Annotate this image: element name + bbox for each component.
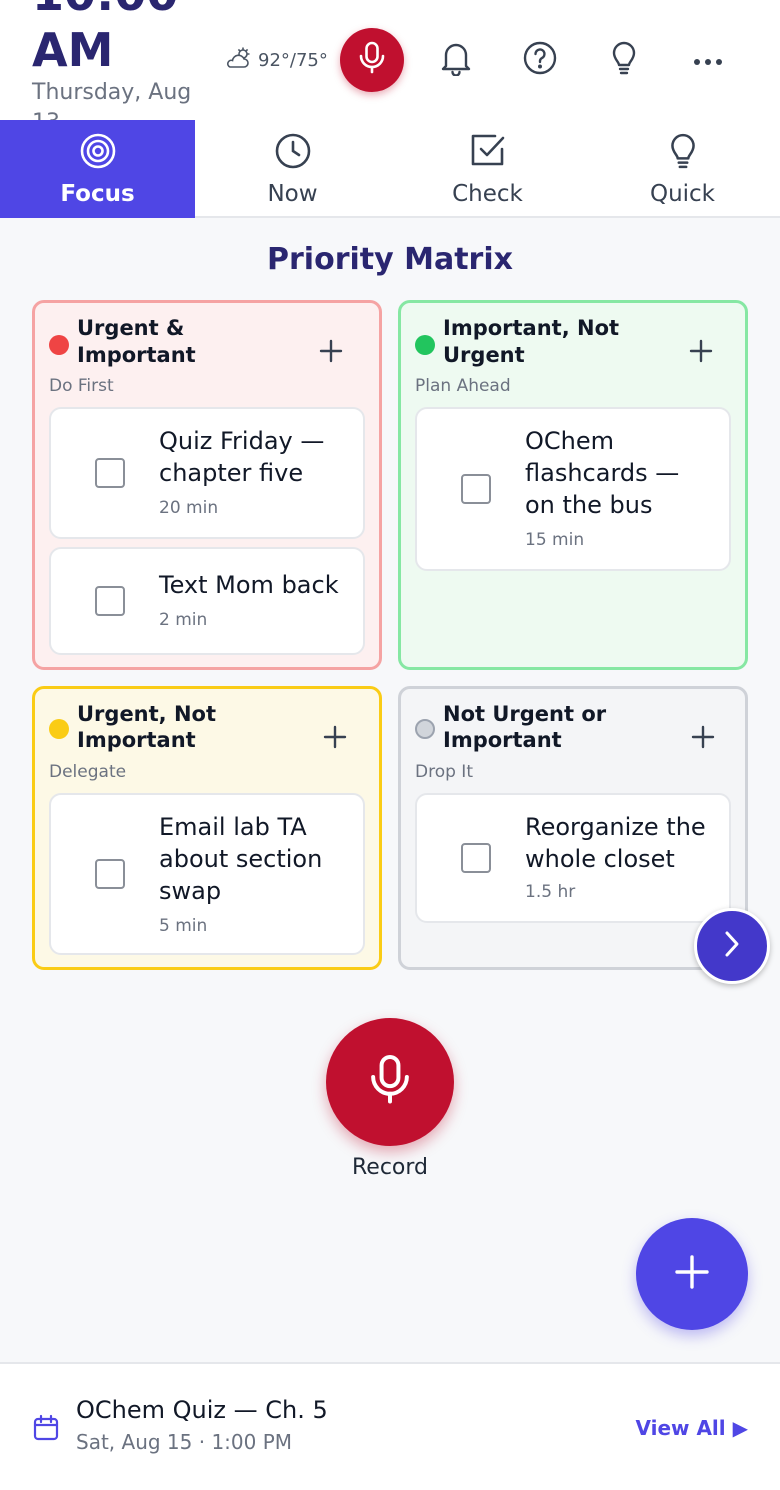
task-text: Text Mom back <box>159 571 339 599</box>
mic-icon <box>367 1053 413 1111</box>
tab-quick[interactable]: Quick <box>585 120 780 218</box>
priority-dot <box>49 335 69 355</box>
task-text: Email lab TA about section swap <box>159 813 323 905</box>
quadrant-subtitle: Do First <box>49 376 114 396</box>
task-duration: 2 min <box>159 610 208 630</box>
help-button[interactable] <box>518 38 562 82</box>
next-page-button[interactable] <box>694 908 770 984</box>
page-title: Priority Matrix <box>267 242 513 277</box>
quadrant-urgent-important: Urgent & Important Do First Quiz Friday … <box>32 300 382 670</box>
quadrant-urgent-not-important: Urgent, Not Important Delegate Email lab… <box>32 686 382 970</box>
task-checkbox[interactable] <box>461 843 491 873</box>
task-duration: 20 min <box>159 498 219 518</box>
quadrant-not-urgent-not-important: Not Urgent or Important Drop It Reorgani… <box>398 686 748 970</box>
event-datetime: Sat, Aug 15 · 1:00 PM <box>76 1430 293 1454</box>
priority-dot <box>415 719 435 739</box>
notifications-button[interactable] <box>434 38 478 82</box>
task-duration: 5 min <box>159 916 208 936</box>
priority-dot <box>49 719 69 739</box>
ideas-button[interactable] <box>602 38 646 82</box>
event-title[interactable]: OChem Quiz — Ch. 5 <box>76 1394 328 1426</box>
task-checkbox[interactable] <box>95 586 125 616</box>
plus-icon <box>691 725 715 753</box>
more-icon <box>693 51 723 70</box>
add-task-button[interactable] <box>681 333 721 373</box>
chevron-right-icon <box>722 930 742 962</box>
task-text: OChem flashcards — on the bus <box>525 427 680 519</box>
lightbulb-icon <box>668 132 698 174</box>
lightbulb-icon <box>610 40 638 80</box>
tab-label: Check <box>452 181 523 207</box>
tab-label: Focus <box>60 181 135 207</box>
add-task-button[interactable] <box>311 333 351 373</box>
task-text: Reorganize the whole closet <box>525 813 706 873</box>
view-all-link[interactable]: View All ▶ <box>635 1414 748 1442</box>
quadrant-important-not-urgent: Important, Not Urgent Plan Ahead OChem f… <box>398 300 748 670</box>
plus-icon <box>689 339 713 367</box>
app-header: 10:00 AM Thursday, Aug 13 92°/75° <box>0 0 780 120</box>
clock-time: 10:00 AM <box>32 0 178 77</box>
cloud-sun-icon <box>224 47 254 74</box>
quadrant-subtitle: Delegate <box>49 762 127 782</box>
quadrant-title: Important, Not Urgent <box>443 316 620 367</box>
clock-date: Thursday, Aug 13 <box>32 80 192 120</box>
tab-bar: Focus Now Check Quick <box>0 120 780 218</box>
tab-check[interactable]: Check <box>390 120 585 218</box>
checkbox-icon <box>469 132 507 174</box>
quadrant-title: Not Urgent or Important <box>443 702 607 752</box>
plus-icon <box>319 339 343 367</box>
record-label: Record <box>351 1155 428 1180</box>
quadrant-subtitle: Drop It <box>415 762 473 782</box>
task-text: Quiz Friday — chapter five <box>159 427 325 487</box>
tab-label: Now <box>267 181 318 207</box>
tab-now[interactable]: Now <box>195 120 390 218</box>
quadrant-title: Urgent & Important <box>77 316 196 367</box>
calendar-icon <box>32 1414 60 1442</box>
task-duration: 15 min <box>525 530 585 550</box>
plus-icon <box>674 1254 710 1294</box>
weather-widget[interactable]: 92°/75° <box>224 46 328 74</box>
bell-icon <box>439 40 473 80</box>
target-icon <box>79 132 117 174</box>
help-icon <box>522 40 558 80</box>
quadrant-title: Urgent, Not Important <box>77 702 217 752</box>
priority-dot <box>415 335 435 355</box>
task-duration: 1.5 hr <box>525 882 576 902</box>
upcoming-event-bar: OChem Quiz — Ch. 5 Sat, Aug 15 · 1:00 PM… <box>0 1362 780 1490</box>
task-checkbox[interactable] <box>461 474 491 504</box>
quadrant-subtitle: Plan Ahead <box>415 376 511 396</box>
tab-label: Quick <box>649 181 716 207</box>
add-task-fab[interactable] <box>636 1218 748 1330</box>
plus-icon <box>323 725 347 753</box>
tab-focus[interactable]: Focus <box>0 120 195 218</box>
mic-icon <box>357 41 387 79</box>
task-checkbox[interactable] <box>95 458 125 488</box>
more-menu-button[interactable] <box>686 38 730 82</box>
add-task-button[interactable] <box>683 719 723 759</box>
add-task-button[interactable] <box>315 719 355 759</box>
task-card[interactable]: OChem flashcards — on the bus 15 min <box>415 407 731 571</box>
clock-icon <box>274 132 312 174</box>
voice-input-button[interactable] <box>340 28 404 92</box>
task-card[interactable]: Email lab TA about section swap 5 min <box>49 793 365 955</box>
task-checkbox[interactable] <box>95 859 125 889</box>
task-card[interactable]: Quiz Friday — chapter five 20 min <box>49 407 365 539</box>
task-card[interactable]: Reorganize the whole closet 1.5 hr <box>415 793 731 923</box>
record-button[interactable] <box>326 1018 454 1146</box>
weather-temp: 92°/75° <box>258 49 328 71</box>
task-card[interactable]: Text Mom back 2 min <box>49 547 365 655</box>
